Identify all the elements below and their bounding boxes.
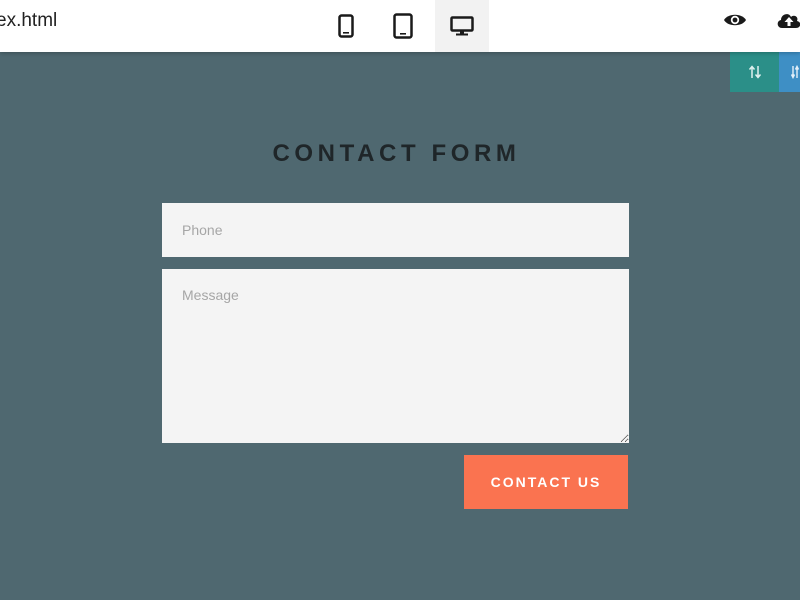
tablet-icon [393, 13, 413, 39]
preview-button[interactable] [717, 0, 753, 40]
contact-section: CONTACT FORM CONTACT US [0, 52, 800, 600]
contact-us-button[interactable]: CONTACT US [464, 455, 628, 509]
form-title: CONTACT FORM [272, 140, 521, 167]
desktop-icon [450, 16, 474, 36]
phone-input[interactable] [162, 203, 629, 257]
cloud-upload-icon [777, 14, 800, 28]
mobile-view-button[interactable] [319, 0, 373, 52]
desktop-view-button[interactable] [435, 0, 489, 52]
message-textarea[interactable] [162, 269, 629, 443]
tablet-view-button[interactable] [376, 0, 430, 52]
file-name: ex.html [0, 10, 58, 31]
phone-icon [338, 14, 354, 38]
eye-icon [724, 14, 746, 26]
top-toolbar: ex.html [0, 0, 800, 52]
publish-button[interactable] [771, 0, 800, 40]
